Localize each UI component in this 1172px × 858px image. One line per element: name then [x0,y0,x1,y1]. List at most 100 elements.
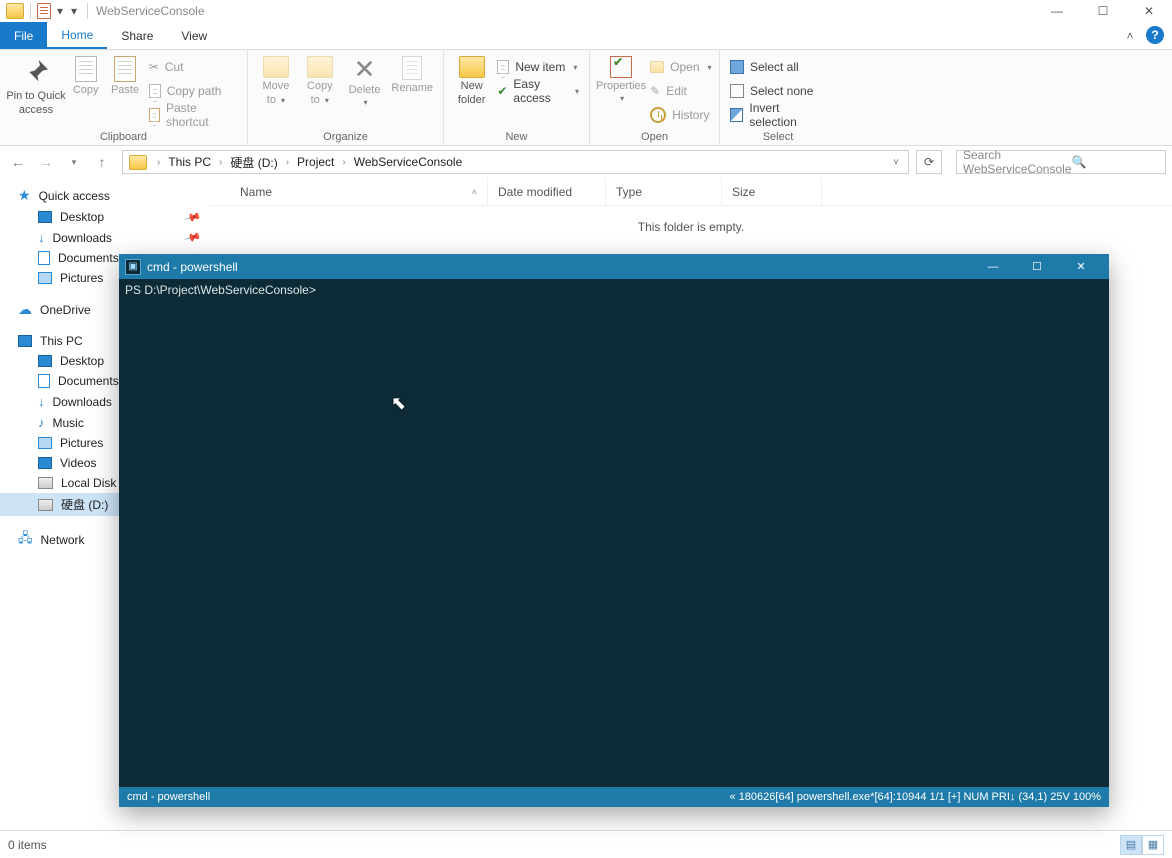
refresh-button[interactable]: ⟳ [916,150,942,174]
back-button[interactable]: ← [6,150,30,174]
collapse-ribbon-icon[interactable]: ˄ [1118,22,1142,49]
rename-button[interactable]: Rename [387,54,437,94]
tab-home[interactable]: Home [47,22,107,49]
desktop-icon [38,211,52,223]
sidebar-item-desktop[interactable]: Desktop📌 [0,207,210,227]
column-name[interactable]: Name˄ [230,178,488,205]
paste-shortcut-button[interactable]: Paste shortcut [145,104,241,126]
document-icon [38,251,50,265]
copy-to-icon [307,56,333,78]
console-minimize-button[interactable]: — [971,254,1015,279]
organize-group-label: Organize [248,131,443,145]
window-title: WebServiceConsole [96,4,205,18]
pin-label-1: Pin to Quick [6,90,65,102]
column-date[interactable]: Date modified [488,178,606,205]
chevron-right-icon[interactable]: › [151,157,166,168]
paste-label: Paste [111,84,139,96]
address-dropdown-icon[interactable]: ˅ [886,157,906,168]
tab-share[interactable]: Share [107,22,167,49]
chevron-down-icon[interactable]: ▾ [55,4,65,18]
tab-file[interactable]: File [0,22,47,49]
cloud-icon: ☁ [18,301,32,318]
delete-button[interactable]: ✕ Delete ▾ [342,54,388,107]
details-view-button[interactable]: ▤ [1120,835,1142,855]
chevron-right-icon[interactable]: › [280,157,295,168]
open-button[interactable]: Open▾ [646,56,715,78]
up-button[interactable]: ↑ [90,150,114,174]
console-prompt: PS D:\Project\WebServiceConsole> [125,283,316,297]
select-all-button[interactable]: Select all [726,56,830,78]
copy-to-button[interactable]: Copy to ▾ [298,54,342,106]
tab-view[interactable]: View [167,22,221,49]
column-type[interactable]: Type [606,178,722,205]
download-icon: ↓ [38,230,45,245]
paste-button[interactable]: Paste [105,54,144,96]
quick-access-toolbar: ▾ ▾ [0,3,79,19]
star-icon: ★ [18,187,31,204]
cut-button[interactable]: ✂Cut [145,56,241,78]
breadcrumb-segment[interactable]: WebServiceConsole [352,155,465,169]
new-item-button[interactable]: New item▾ [493,56,583,78]
chevron-right-icon[interactable]: › [213,157,228,168]
new-group-label: New [444,131,589,145]
console-title-bar[interactable]: ▣ cmd - powershell — ☐ ✕ [119,254,1109,279]
console-output[interactable]: PS D:\Project\WebServiceConsole> [119,279,1109,787]
clipboard-group-label: Clipboard [0,131,247,145]
console-maximize-button[interactable]: ☐ [1015,254,1059,279]
pin-to-quick-access-button[interactable]: Pin to Quick access [6,54,66,116]
easy-access-button[interactable]: ✔Easy access▾ [493,80,583,102]
desktop-icon [38,355,52,367]
sidebar-quick-access[interactable]: ★Quick access [0,184,210,207]
document-icon[interactable] [37,3,51,19]
scissors-icon: ✂ [149,60,159,74]
drive-icon [38,499,53,511]
chevron-right-icon[interactable]: › [336,157,351,168]
ribbon: Pin to Quick access Copy Paste ✂Cut Copy… [0,50,1172,146]
breadcrumb-segment[interactable]: 硬盘 (D:) [228,154,279,171]
open-group-label: Open [590,131,719,145]
pin-icon [20,56,52,88]
history-icon [650,107,666,123]
icons-view-button[interactable]: ▦ [1142,835,1164,855]
select-none-button[interactable]: Select none [726,80,830,102]
console-app-icon: ▣ [125,259,141,275]
picture-icon [38,437,52,449]
sidebar-item-downloads[interactable]: ↓Downloads📌 [0,227,210,248]
document-icon [38,374,50,388]
copy-icon [75,56,97,82]
help-button[interactable]: ? [1146,26,1164,44]
address-bar[interactable]: › This PC › 硬盘 (D:) › Project › WebServi… [122,150,909,174]
copy-button[interactable]: Copy [66,54,105,96]
search-input[interactable]: Search WebServiceConsole 🔍 [956,150,1166,174]
breadcrumb-segment[interactable]: Project [295,155,336,169]
forward-button[interactable]: → [34,150,58,174]
address-folder-icon [129,155,147,170]
recent-locations-button[interactable]: ▾ [62,150,86,174]
edit-button[interactable]: ✎Edit [646,80,715,102]
console-status-left: cmd - powershell [127,791,210,803]
search-placeholder: Search WebServiceConsole [963,148,1072,176]
minimize-button[interactable]: — [1034,0,1080,22]
console-close-button[interactable]: ✕ [1059,254,1103,279]
breadcrumb-segment[interactable]: This PC [166,155,213,169]
copy-path-button[interactable]: Copy path [145,80,241,102]
qat-menu-icon[interactable]: ▾ [69,4,79,18]
search-icon: 🔍 [1072,155,1160,169]
close-button[interactable]: ✕ [1126,0,1172,22]
item-count: 0 items [8,838,47,852]
video-icon [38,457,52,469]
layout-buttons: ▤ ▦ [1120,835,1164,855]
history-button[interactable]: History [646,104,715,126]
pin-icon: 📌 [184,208,202,226]
new-folder-button[interactable]: New folder [450,54,493,106]
console-status-bar: cmd - powershell « 180626[64] powershell… [119,787,1109,807]
invert-selection-button[interactable]: Invert selection [726,104,830,126]
folder-icon [6,3,24,19]
move-to-button[interactable]: Move to ▾ [254,54,298,106]
download-icon: ↓ [38,394,45,409]
maximize-button[interactable]: ☐ [1080,0,1126,22]
column-size[interactable]: Size [722,178,822,205]
paste-icon [114,56,136,82]
properties-button[interactable]: Properties ▾ [596,54,646,103]
paste-shortcut-icon [149,108,160,122]
